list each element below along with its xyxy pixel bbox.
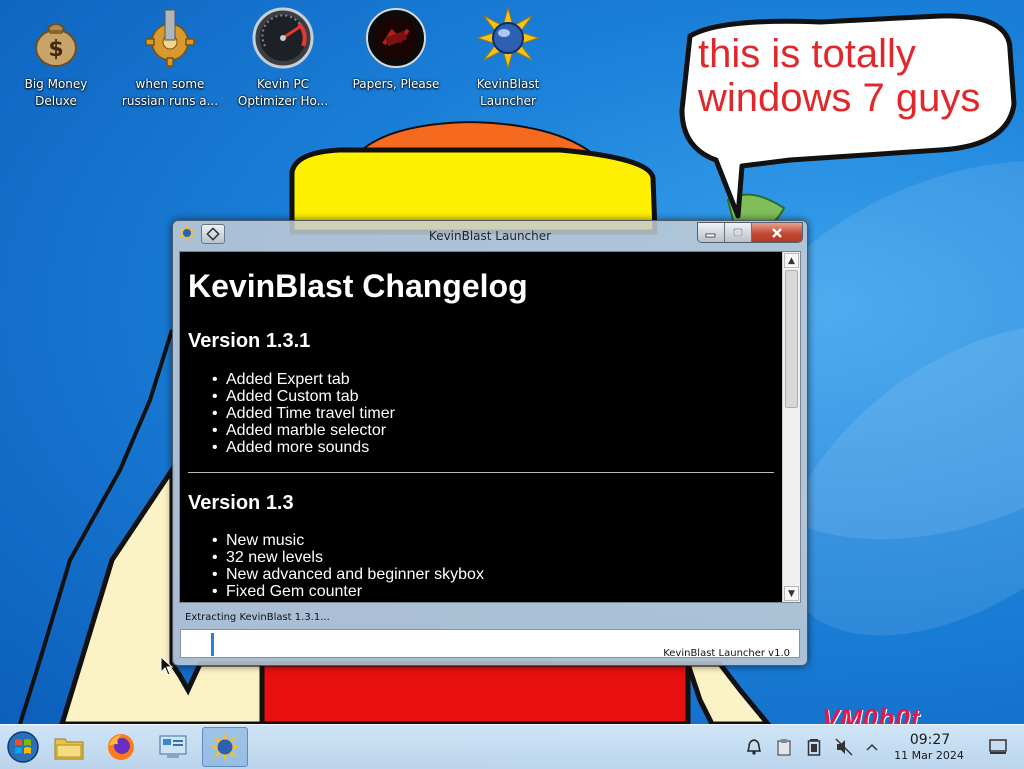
scroll-down-button[interactable]: ▼ (784, 586, 799, 601)
changelog: KevinBlast Changelog Version 1.3.1 Added… (180, 252, 782, 602)
taskbar-app-kevinblast[interactable] (202, 727, 248, 767)
firefox-icon (108, 734, 134, 760)
version-heading: Version 1.3 (188, 492, 294, 514)
maximize-icon (733, 227, 743, 237)
icon-label: Launcher (480, 94, 536, 108)
window-controls (697, 222, 803, 243)
minimize-button[interactable] (698, 223, 725, 242)
desktop-icon-papers-please[interactable]: Papers, Please (341, 6, 451, 93)
icon-label: Papers, Please (352, 77, 440, 91)
desktop-icon-big-money-deluxe[interactable]: $ Big Money Deluxe (1, 6, 111, 110)
change-item: New music (212, 532, 484, 549)
gear-icon (145, 9, 195, 67)
speech-bubble-line: this is totally (698, 32, 916, 76)
chevron-up-icon[interactable] (862, 737, 882, 757)
section-divider (188, 472, 774, 473)
svg-text:$: $ (48, 37, 63, 62)
muted-speaker-icon[interactable] (834, 737, 854, 757)
icon-label: Deluxe (35, 94, 77, 108)
close-button[interactable] (752, 223, 802, 242)
desktop: this is totally windows 7 guys $ Big Mon… (0, 0, 1024, 724)
gauge-icon (252, 7, 314, 69)
clock-time[interactable]: 09:27 (890, 732, 970, 748)
change-item: Added Expert tab (212, 371, 395, 388)
notification-bell-icon[interactable] (744, 737, 764, 757)
taskbar-app-file-manager[interactable] (46, 727, 92, 767)
progress-fill (211, 633, 214, 656)
kevinblast-icon (210, 732, 240, 762)
clock-date[interactable]: 11 Mar 2024 (886, 749, 972, 762)
change-item: New advanced and beginner skybox (212, 566, 484, 583)
changelog-title: KevinBlast Changelog (188, 268, 528, 304)
version-label: KevinBlast Launcher v1.0 (663, 648, 790, 659)
icon-label: when some (135, 77, 205, 91)
money-bag-icon: $ (35, 23, 77, 67)
kevinblast-icon (476, 6, 540, 70)
version-heading: Version 1.3.1 (188, 330, 311, 352)
seal-icon (366, 8, 426, 68)
change-list: New music 32 new levels New advanced and… (212, 532, 484, 600)
control-panel-icon (159, 735, 187, 758)
battery-icon[interactable] (804, 737, 824, 757)
start-button[interactable] (0, 727, 46, 767)
icon-label: KevinBlast (476, 77, 540, 91)
start-orb-icon (7, 731, 39, 763)
change-item: 32 new levels (212, 549, 484, 566)
clipboard-icon[interactable] (774, 737, 794, 757)
change-item: Added more sounds (212, 439, 395, 456)
progress-bar: KevinBlast Launcher v1.0 (180, 629, 800, 659)
icon-label: Kevin PC (256, 77, 310, 91)
watermark: VM0b0t (822, 703, 921, 724)
window-titlebar[interactable]: KevinBlast Launcher (173, 221, 807, 248)
taskbar: 09:27 11 Mar 2024 (0, 724, 1024, 769)
taskbar-app-control-panel[interactable] (150, 727, 196, 767)
icon-label: Big Money (24, 77, 88, 91)
speech-bubble-line: windows 7 guys (698, 76, 981, 120)
show-desktop-icon[interactable] (988, 737, 1008, 757)
change-item: Added Time travel timer (212, 405, 395, 422)
mouse-cursor (160, 656, 174, 676)
scroll-thumb[interactable] (785, 270, 798, 408)
change-list: Added Expert tab Added Custom tab Added … (212, 371, 395, 456)
desktop-icon-when-some-russian[interactable]: when some russian runs a... (115, 6, 225, 110)
change-item: Fixed Gem counter (212, 583, 484, 600)
change-item: Added Custom tab (212, 388, 395, 405)
icon-label: Optimizer Ho... (237, 94, 329, 108)
icon-label: russian runs a... (121, 94, 219, 108)
status-text: Extracting KevinBlast 1.3.1... (185, 612, 330, 623)
changelog-panel[interactable]: KevinBlast Changelog Version 1.3.1 Added… (179, 251, 801, 603)
vertical-scrollbar[interactable]: ▲ ▼ (782, 252, 800, 602)
scroll-up-button[interactable]: ▲ (784, 253, 799, 268)
change-item: Added marble selector (212, 422, 395, 439)
close-icon (772, 227, 782, 238)
desktop-icon-kevin-pc-optimizer[interactable]: Kevin PC Optimizer Ho... (228, 6, 338, 110)
maximize-button[interactable] (725, 223, 752, 242)
file-manager-icon (54, 738, 84, 760)
kevinblast-launcher-window[interactable]: KevinBlast Launcher KevinBlast Changelog… (172, 220, 808, 666)
minimize-icon (705, 233, 716, 237)
desktop-icon-kevinblast-launcher[interactable]: KevinBlast Launcher (453, 6, 563, 110)
taskbar-app-firefox[interactable] (98, 727, 144, 767)
speech-bubble-text: this is totally windows 7 guys (698, 32, 998, 120)
